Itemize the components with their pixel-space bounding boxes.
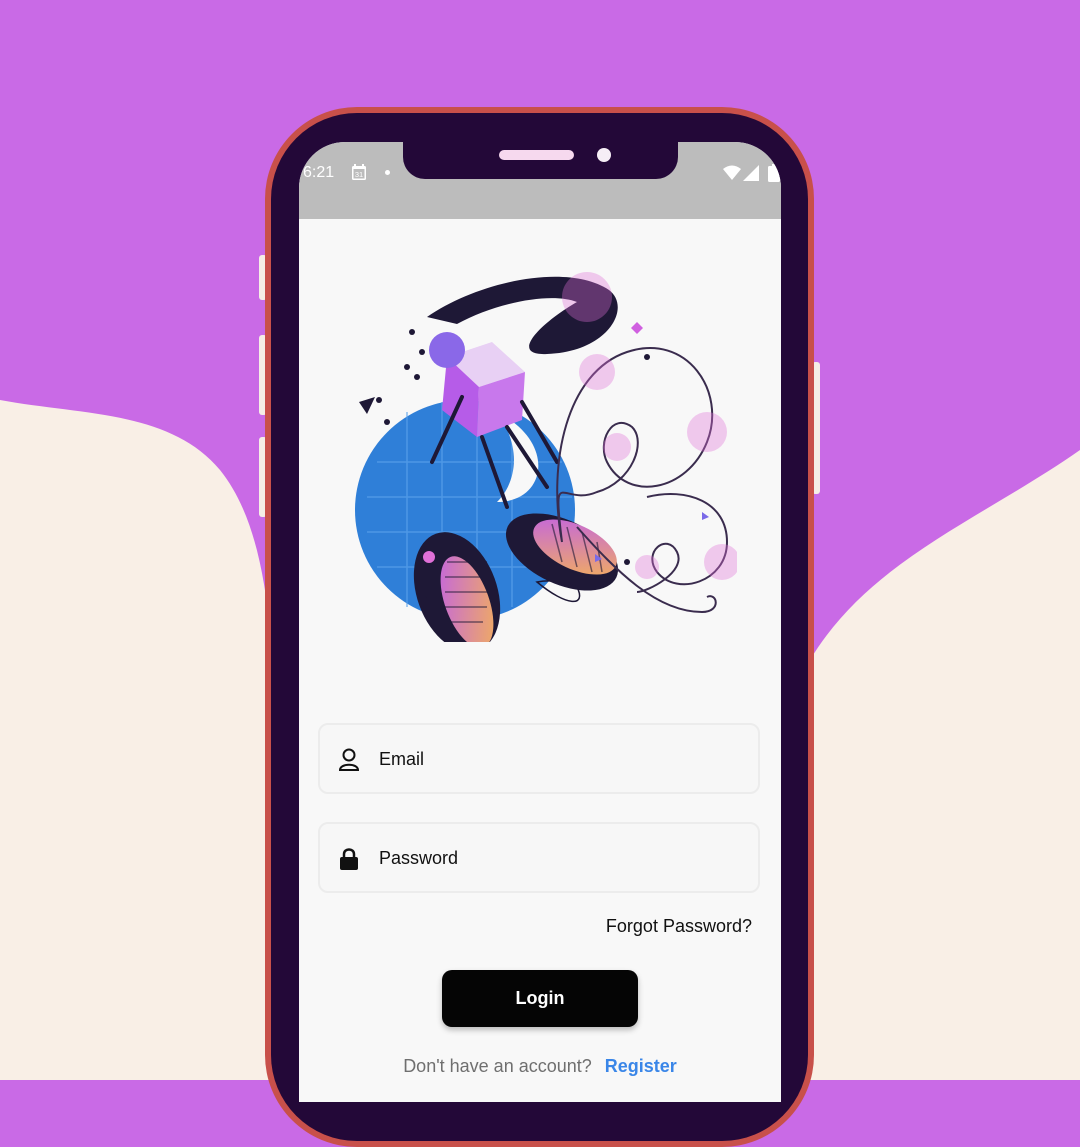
register-row: Don't have an account? Register [299, 1056, 781, 1077]
notification-dot-icon [385, 170, 390, 175]
signal-icon [743, 165, 759, 181]
lock-icon [340, 848, 358, 870]
app-screen: 6:21 31 Email Password Forgot Password? … [299, 142, 781, 1102]
phone-notch [403, 142, 678, 179]
email-field[interactable]: Email [318, 723, 760, 794]
front-camera [597, 148, 611, 162]
wifi-icon [723, 165, 741, 180]
calendar-icon: 31 [352, 164, 366, 180]
user-icon [338, 748, 360, 771]
forgot-password-link[interactable]: Forgot Password? [606, 916, 752, 937]
status-time: 6:21 [303, 164, 335, 181]
calendar-date: 31 [355, 170, 363, 179]
register-link[interactable]: Register [605, 1056, 677, 1076]
abstract-art-illustration [355, 272, 737, 642]
password-field[interactable]: Password [318, 822, 760, 893]
no-account-text: Don't have an account? [403, 1056, 592, 1076]
email-placeholder: Email [379, 749, 425, 769]
battery-icon [768, 164, 780, 182]
password-placeholder: Password [379, 848, 459, 868]
speaker-grille [499, 150, 574, 160]
login-button[interactable]: Login [442, 970, 638, 1027]
